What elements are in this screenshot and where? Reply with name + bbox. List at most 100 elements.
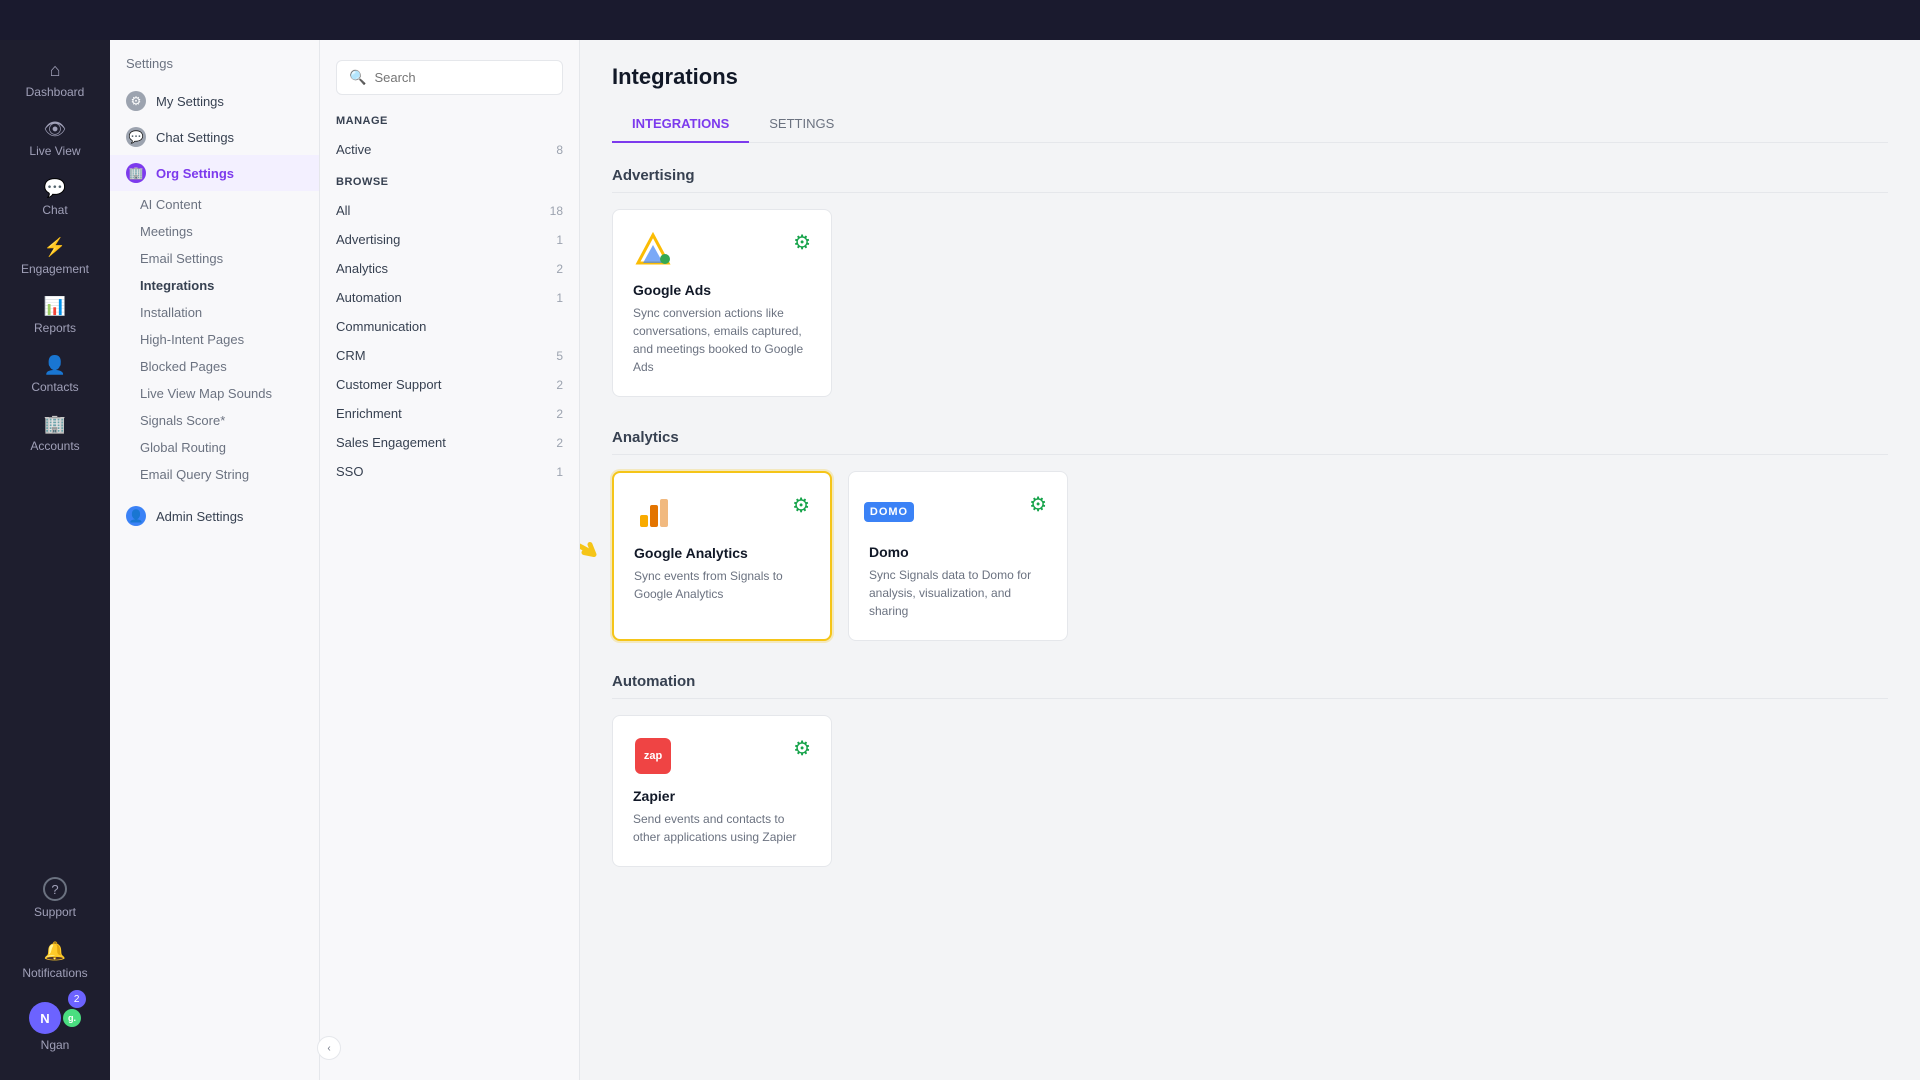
tab-integrations[interactable]: INTEGRATIONS xyxy=(612,106,749,143)
filter-item-sales-engagement[interactable]: Sales Engagement 2 xyxy=(320,428,579,457)
nav-item-chat[interactable]: 💬 Chat xyxy=(0,168,110,227)
sub-item-global-routing[interactable]: Global Routing xyxy=(110,434,319,461)
notification-badge: 2 xyxy=(68,990,86,1008)
card-google-analytics[interactable]: ⚙ Google Analytics Sync events from Sign… xyxy=(612,471,832,641)
filter-item-customer-support[interactable]: Customer Support 2 xyxy=(320,370,579,399)
filter-item-analytics[interactable]: Analytics 2 xyxy=(320,254,579,283)
nav-label-live-view: Live View xyxy=(29,144,80,158)
user-status-icon: g. xyxy=(63,1009,81,1027)
filter-count-customer-support: 2 xyxy=(556,378,563,392)
filter-count-sso: 1 xyxy=(556,465,563,479)
filter-item-crm[interactable]: CRM 5 xyxy=(320,341,579,370)
filter-label-all: All xyxy=(336,203,350,218)
domo-desc: Sync Signals data to Domo for analysis, … xyxy=(869,566,1047,620)
collapse-panel-button[interactable]: ‹ xyxy=(317,1036,341,1060)
nav-item-engagement[interactable]: ⚡ Engagement xyxy=(0,227,110,286)
settings-item-my-settings[interactable]: ⚙ My Settings xyxy=(110,83,319,119)
user-avatar-area[interactable]: N g. Ngan 2 xyxy=(14,994,95,1060)
filter-label-active: Active xyxy=(336,142,371,157)
card-google-ads[interactable]: ⚙ Google Ads Sync conversion actions lik… xyxy=(612,209,832,397)
settings-panel-title: Settings xyxy=(110,56,319,83)
reports-icon: 📊 xyxy=(44,296,66,317)
sub-item-integrations[interactable]: Integrations xyxy=(110,272,319,299)
nav-item-notifications[interactable]: 🔔 Notifications xyxy=(14,933,95,988)
filter-item-enrichment[interactable]: Enrichment 2 xyxy=(320,399,579,428)
section-title-analytics: Analytics xyxy=(612,429,1888,455)
filter-item-active[interactable]: Active 8 xyxy=(320,135,579,164)
sub-item-ai-content[interactable]: AI Content xyxy=(110,191,319,218)
nav-item-support[interactable]: ? Support xyxy=(14,869,95,927)
filter-count-active: 8 xyxy=(556,143,563,157)
support-icon: ? xyxy=(43,877,67,901)
sub-item-email-query-string[interactable]: Email Query String xyxy=(110,461,319,488)
filter-count-all: 18 xyxy=(550,204,563,218)
nav-label-notifications: Notifications xyxy=(22,966,87,980)
filter-count-enrichment: 2 xyxy=(556,407,563,421)
sub-item-email-settings[interactable]: Email Settings xyxy=(110,245,319,272)
tab-settings[interactable]: SETTINGS xyxy=(749,106,854,143)
settings-label-admin-settings: Admin Settings xyxy=(156,509,243,524)
search-input[interactable] xyxy=(374,70,550,85)
search-box[interactable]: 🔍 xyxy=(336,60,563,95)
sub-item-high-intent-pages[interactable]: High-Intent Pages xyxy=(110,326,319,353)
live-view-icon: 👁 xyxy=(44,119,67,140)
my-settings-icon: ⚙ xyxy=(126,91,146,111)
filter-item-communication[interactable]: Communication xyxy=(320,312,579,341)
filter-panel: 🔍 MANAGE Active 8 BROWSE All 18 Advertis… xyxy=(320,40,580,1080)
sub-item-meetings[interactable]: Meetings xyxy=(110,218,319,245)
google-analytics-logo xyxy=(634,493,674,533)
card-header-domo: DOMO ⚙ xyxy=(869,492,1047,532)
avatar: N xyxy=(29,1002,61,1034)
nav-label-reports: Reports xyxy=(34,321,76,335)
card-header-zapier: zap ⚙ xyxy=(633,736,811,776)
nav-item-dashboard[interactable]: ⌂ Dashboard xyxy=(0,50,110,109)
filter-label-communication: Communication xyxy=(336,319,426,334)
contacts-icon: 👤 xyxy=(44,355,66,376)
filter-item-automation[interactable]: Automation 1 xyxy=(320,283,579,312)
card-zapier[interactable]: zap ⚙ Zapier Send events and contacts to… xyxy=(612,715,832,867)
zapier-logo-text: zap xyxy=(635,738,671,774)
google-analytics-desc: Sync events from Signals to Google Analy… xyxy=(634,567,810,603)
settings-label-chat-settings: Chat Settings xyxy=(156,130,234,145)
page-title: Integrations xyxy=(612,64,1888,90)
search-icon: 🔍 xyxy=(349,69,366,86)
settings-label-my-settings: My Settings xyxy=(156,94,224,109)
settings-panel: Settings ⚙ My Settings 💬 Chat Settings 🏢… xyxy=(110,40,320,1080)
filter-item-advertising[interactable]: Advertising 1 xyxy=(320,225,579,254)
filter-item-sso[interactable]: SSO 1 xyxy=(320,457,579,486)
sub-item-live-view-map-sounds[interactable]: Live View Map Sounds xyxy=(110,380,319,407)
settings-item-org-settings[interactable]: 🏢 Org Settings xyxy=(110,155,319,191)
filter-count-advertising: 1 xyxy=(556,233,563,247)
sub-item-blocked-pages[interactable]: Blocked Pages xyxy=(110,353,319,380)
nav-label-dashboard: Dashboard xyxy=(26,85,85,99)
dashboard-icon: ⌂ xyxy=(50,60,61,81)
filter-label-automation: Automation xyxy=(336,290,402,305)
nav-item-contacts[interactable]: 👤 Contacts xyxy=(0,345,110,404)
page-tabs: INTEGRATIONS SETTINGS xyxy=(612,106,1888,143)
nav-bottom: ? Support 🔔 Notifications N g. Ngan 2 xyxy=(14,869,95,1080)
zapier-name: Zapier xyxy=(633,788,811,804)
nav-item-accounts[interactable]: 🏢 Accounts xyxy=(0,404,110,463)
filter-count-crm: 5 xyxy=(556,349,563,363)
filter-label-enrichment: Enrichment xyxy=(336,406,402,421)
filter-item-all[interactable]: All 18 xyxy=(320,196,579,225)
filter-label-advertising: Advertising xyxy=(336,232,400,247)
filter-label-sso: SSO xyxy=(336,464,363,479)
nav-label-engagement: Engagement xyxy=(21,262,89,276)
chat-icon: 💬 xyxy=(44,178,66,199)
sub-item-installation[interactable]: Installation xyxy=(110,299,319,326)
filter-count-analytics: 2 xyxy=(556,262,563,276)
far-left-nav: ⌂ Dashboard 👁 Live View 💬 Chat ⚡ Engagem… xyxy=(0,40,110,1080)
zapier-gear-icon: ⚙ xyxy=(793,736,811,761)
manage-section-title: MANAGE xyxy=(320,115,579,135)
sub-item-signals-score[interactable]: Signals Score* xyxy=(110,407,319,434)
bell-icon: 🔔 xyxy=(44,941,66,962)
card-domo[interactable]: DOMO ⚙ Domo Sync Signals data to Domo fo… xyxy=(848,471,1068,641)
nav-item-live-view[interactable]: 👁 Live View xyxy=(0,109,110,168)
card-header-google-ads: ⚙ xyxy=(633,230,811,270)
settings-item-chat-settings[interactable]: 💬 Chat Settings xyxy=(110,119,319,155)
nav-item-reports[interactable]: 📊 Reports xyxy=(0,286,110,345)
admin-settings-icon: 👤 xyxy=(126,506,146,526)
settings-item-admin-settings[interactable]: 👤 Admin Settings xyxy=(110,498,319,534)
filter-count-automation: 1 xyxy=(556,291,563,305)
